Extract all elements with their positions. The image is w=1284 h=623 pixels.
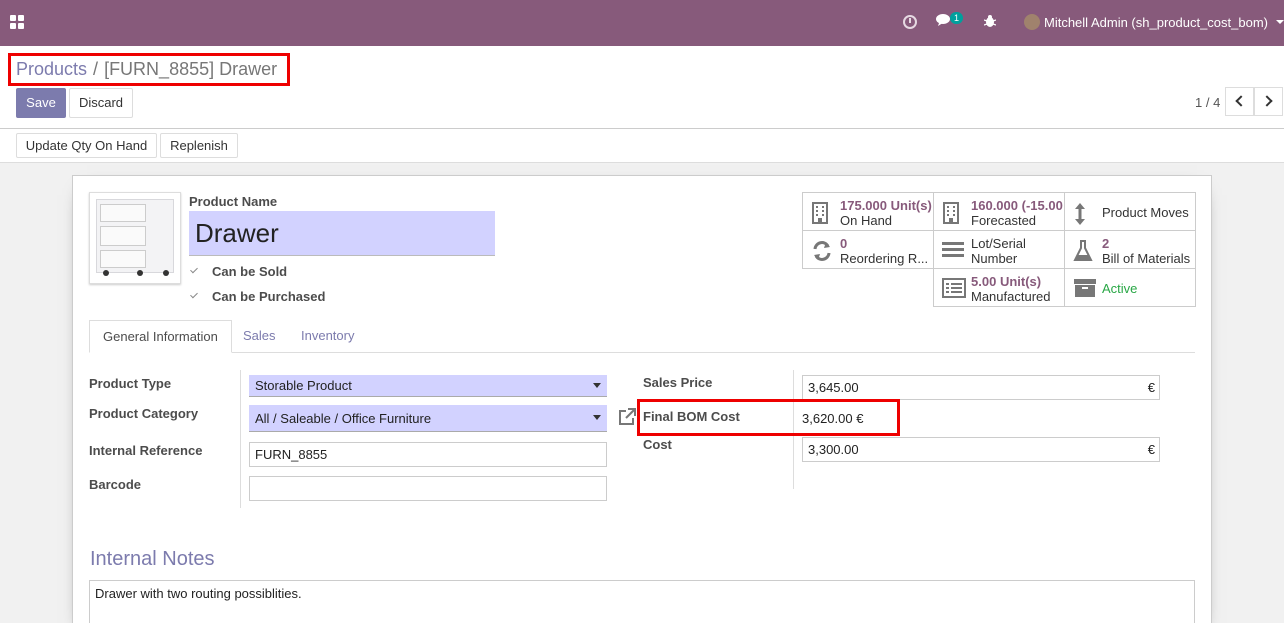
sales-price-value: 3,645.00 bbox=[808, 380, 859, 395]
chevron-down-icon[interactable] bbox=[1276, 20, 1284, 24]
divider bbox=[240, 370, 241, 508]
tab-sales[interactable]: Sales bbox=[230, 320, 289, 353]
sales-price-input[interactable]: 3,645.00 € bbox=[802, 375, 1160, 400]
user-menu[interactable]: Mitchell Admin (sh_product_cost_bom) bbox=[1044, 15, 1268, 30]
tab-inventory[interactable]: Inventory bbox=[288, 320, 367, 353]
form-sheet: Product Name Drawer Can be Sold Can be P… bbox=[72, 175, 1212, 623]
update-qty-button[interactable]: Update Qty On Hand bbox=[16, 133, 157, 158]
product-moves-button[interactable]: Product Moves bbox=[1064, 192, 1196, 231]
manufactured-value: 5.00 bbox=[971, 274, 997, 289]
barcode-label: Barcode bbox=[89, 477, 142, 492]
on-hand-value: 175.000 bbox=[840, 198, 887, 213]
flask-icon bbox=[1073, 240, 1093, 265]
external-link-icon[interactable] bbox=[618, 408, 636, 425]
pager-previous-button[interactable] bbox=[1225, 87, 1254, 116]
bug-icon[interactable] bbox=[983, 14, 997, 32]
bars-icon bbox=[942, 240, 964, 261]
forecasted-button[interactable]: 160.000 (-15.00 Forecasted bbox=[933, 192, 1065, 231]
chevron-right-icon bbox=[1261, 95, 1273, 107]
discard-button[interactable]: Discard bbox=[69, 88, 133, 118]
internal-notes-input[interactable]: Drawer with two routing possiblities. bbox=[89, 580, 1195, 623]
can-be-purchased-label: Can be Purchased bbox=[212, 289, 326, 304]
can-be-sold-label: Can be Sold bbox=[212, 264, 288, 279]
product-image[interactable] bbox=[89, 192, 181, 284]
top-navbar: 1 Mitchell Admin (sh_product_cost_bom) bbox=[0, 0, 1284, 46]
cost-input[interactable]: 3,300.00 € bbox=[802, 437, 1160, 462]
product-name-label: Product Name bbox=[189, 194, 278, 209]
on-hand-unit: Unit(s) bbox=[890, 198, 932, 213]
barcode-input[interactable] bbox=[249, 476, 607, 501]
pager-next-button[interactable] bbox=[1254, 87, 1283, 116]
drawer-cabinet-illustration bbox=[96, 199, 174, 276]
manufactured-button[interactable]: 5.00 Unit(s) Manufactured bbox=[933, 268, 1065, 307]
archive-toggle-button[interactable]: Active bbox=[1064, 268, 1196, 307]
lot-serial-line2: Number bbox=[971, 251, 1018, 266]
clock-icon[interactable] bbox=[903, 15, 917, 29]
bill-of-materials-button[interactable]: 2 Bill of Materials bbox=[1064, 230, 1196, 269]
building-icon bbox=[811, 202, 829, 227]
chevron-down-icon bbox=[593, 383, 601, 388]
product-type-label: Product Type bbox=[89, 376, 172, 391]
save-button[interactable]: Save bbox=[16, 88, 66, 118]
replenish-button[interactable]: Replenish bbox=[160, 133, 238, 158]
product-type-value: Storable Product bbox=[255, 378, 352, 393]
cost-label: Cost bbox=[643, 437, 672, 452]
chevron-down-icon bbox=[593, 415, 601, 420]
can-be-sold-checkbox[interactable] bbox=[189, 265, 200, 276]
forecasted-label: Forecasted bbox=[971, 213, 1037, 228]
forecasted-value: 160.000 bbox=[971, 198, 1018, 213]
currency-symbol: € bbox=[1147, 380, 1155, 395]
product-type-select[interactable]: Storable Product bbox=[249, 375, 607, 397]
on-hand-button[interactable]: 175.000 Unit(s) On Hand bbox=[802, 192, 934, 231]
internal-reference-input[interactable]: FURN_8855 bbox=[249, 442, 607, 467]
archive-icon bbox=[1073, 278, 1097, 301]
tab-general-information[interactable]: General Information bbox=[89, 320, 232, 353]
reordering-rules-button[interactable]: 0 Reordering R... bbox=[802, 230, 934, 269]
on-hand-label: On Hand bbox=[840, 213, 893, 228]
building-icon bbox=[942, 202, 960, 227]
lot-serial-line1: Lot/Serial bbox=[971, 236, 1026, 251]
bom-value: 2 bbox=[1102, 236, 1110, 251]
list-alt-icon bbox=[942, 278, 966, 301]
product-category-label: Product Category bbox=[89, 406, 199, 421]
internal-reference-label: Internal Reference bbox=[89, 443, 203, 458]
status-bar: Update Qty On Hand Replenish bbox=[0, 129, 1284, 163]
reordering-value: 0 bbox=[840, 236, 848, 251]
control-panel: Products / [FURN_8855] Drawer Save Discard… bbox=[0, 46, 1284, 129]
manufactured-unit: Unit(s) bbox=[999, 274, 1042, 289]
product-category-select[interactable]: All / Saleable / Office Furniture bbox=[249, 405, 607, 432]
active-label: Active bbox=[1102, 281, 1138, 296]
forecasted-extra: (-15.00 bbox=[1021, 198, 1063, 213]
avatar[interactable] bbox=[1024, 14, 1040, 30]
currency-symbol: € bbox=[1147, 442, 1155, 457]
notebook-tabs: General Information Sales Inventory bbox=[89, 320, 1195, 353]
bom-label: Bill of Materials bbox=[1102, 251, 1191, 266]
product-category-value: All / Saleable / Office Furniture bbox=[255, 411, 432, 426]
manufactured-label: Manufactured bbox=[971, 289, 1051, 304]
internal-notes-title: Internal Notes bbox=[90, 548, 215, 570]
chat-badge: 1 bbox=[950, 12, 964, 24]
breadcrumb-highlight-box bbox=[8, 53, 290, 86]
product-name-input[interactable]: Drawer bbox=[189, 211, 495, 256]
apps-icon[interactable] bbox=[10, 15, 24, 29]
vertical-arrows-icon bbox=[1073, 202, 1087, 229]
can-be-purchased-checkbox[interactable] bbox=[189, 290, 200, 301]
lot-serial-button[interactable]: Lot/Serial Number bbox=[933, 230, 1065, 269]
sales-price-label: Sales Price bbox=[643, 375, 713, 390]
cost-value: 3,300.00 bbox=[808, 442, 859, 457]
refresh-icon bbox=[811, 240, 833, 265]
reordering-label: Reordering R... bbox=[840, 251, 929, 266]
pager-value[interactable]: 1 / 4 bbox=[1195, 95, 1220, 110]
product-moves-label: Product Moves bbox=[1102, 205, 1189, 220]
chevron-left-icon bbox=[1235, 95, 1247, 107]
final-bom-cost-highlight-box bbox=[637, 399, 900, 436]
